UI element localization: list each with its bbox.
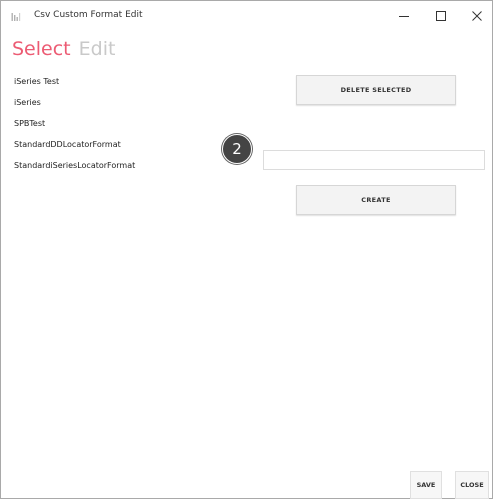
mode-tabs: Select Edit xyxy=(12,38,123,64)
list-item[interactable]: StandardDDLocatorFormat xyxy=(14,134,244,155)
close-icon xyxy=(472,11,482,21)
window-title: Csv Custom Format Edit xyxy=(34,10,143,20)
minimize-icon xyxy=(399,16,409,17)
step-badge: 2 xyxy=(222,134,252,164)
close-button[interactable]: CLOSE xyxy=(455,471,489,499)
list-item[interactable]: SPBTest xyxy=(14,113,244,134)
list-item[interactable]: iSeries xyxy=(14,92,244,113)
save-button[interactable]: SAVE xyxy=(410,471,442,499)
tab-select[interactable]: Select xyxy=(12,38,71,60)
close-window-button[interactable] xyxy=(462,5,492,27)
minimize-button[interactable] xyxy=(389,5,419,27)
new-format-name-input[interactable] xyxy=(263,150,485,170)
format-list: iSeries Test iSeries SPBTest StandardDDL… xyxy=(14,71,244,176)
csv-custom-format-edit-window: Csv Custom Format Edit Select Edit iSerie… xyxy=(0,0,493,499)
app-icon xyxy=(11,12,21,22)
create-button[interactable]: CREATE xyxy=(296,185,456,215)
list-item[interactable]: iSeries Test xyxy=(14,71,244,92)
delete-selected-button[interactable]: DELETE SELECTED xyxy=(296,75,456,105)
maximize-icon xyxy=(436,11,446,21)
list-item[interactable]: StandardiSeriesLocatorFormat xyxy=(14,155,244,176)
title-bar: Csv Custom Format Edit xyxy=(1,1,492,33)
tab-edit[interactable]: Edit xyxy=(79,38,116,60)
maximize-button[interactable] xyxy=(426,5,456,27)
